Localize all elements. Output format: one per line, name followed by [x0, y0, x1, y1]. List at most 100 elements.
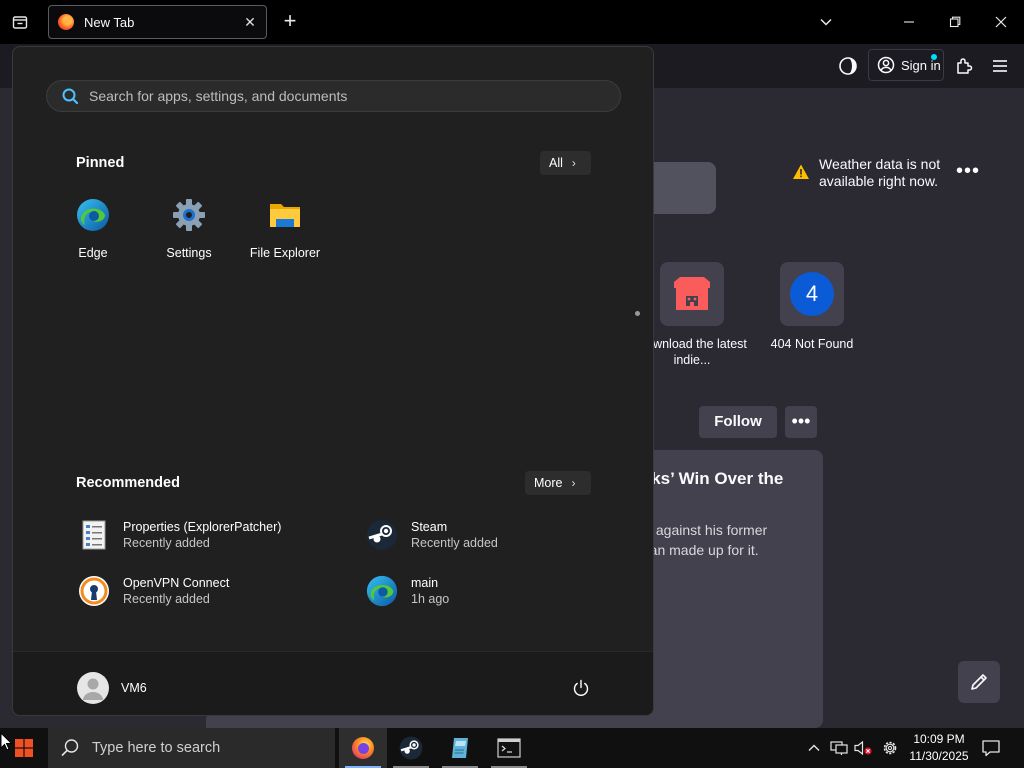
user-name: VM6	[121, 681, 147, 695]
weather-more-icon[interactable]: •••	[956, 160, 980, 184]
start-search-placeholder: Search for apps, settings, and documents	[89, 88, 348, 104]
taskbar-notepad[interactable]	[436, 728, 484, 768]
recommended-name: OpenVPN Connect	[123, 576, 230, 590]
recommended-sub: Recently added	[411, 536, 498, 550]
chevron-right-icon: ›	[571, 156, 576, 170]
mouse-cursor-icon	[0, 732, 13, 751]
weather-message: Weather data is not available right now.	[819, 156, 941, 189]
recommended-text: Properties (ExplorerPatcher) Recently ad…	[123, 519, 281, 551]
firefox-icon	[352, 737, 374, 759]
chevron-right-icon: ›	[571, 476, 576, 490]
story-description-line: than made up for it.	[638, 542, 759, 558]
minimize-icon[interactable]	[897, 10, 921, 34]
tab-strip: New Tab ✕ +	[0, 0, 1024, 44]
edge-icon	[77, 199, 109, 231]
properties-icon	[82, 520, 106, 550]
openvpn-icon	[79, 576, 109, 606]
list-all-tabs-icon[interactable]	[814, 10, 838, 34]
pinned-file-explorer[interactable]: File Explorer	[241, 197, 329, 260]
search-icon	[62, 88, 79, 105]
story-headline: wks’ Win Over the	[638, 469, 784, 488]
recommended-item[interactable]: Properties (ExplorerPatcher) Recently ad…	[77, 518, 281, 552]
recommended-text: Steam Recently added	[411, 519, 498, 551]
pinned-label: Edge	[78, 246, 108, 260]
start-search-input[interactable]: Search for apps, settings, and documents	[46, 80, 621, 112]
close-tab-icon[interactable]: ✕	[242, 14, 258, 30]
tab-new-tab[interactable]: New Tab ✕	[48, 5, 267, 39]
start-menu: Search for apps, settings, and documents…	[12, 46, 654, 716]
warning-icon	[793, 164, 809, 179]
recommended-item[interactable]: OpenVPN Connect Recently added	[77, 574, 229, 608]
more-label: More	[534, 476, 563, 490]
gear-icon	[173, 199, 205, 231]
folder-icon	[270, 204, 300, 227]
pinned-edge[interactable]: Edge	[49, 197, 137, 260]
clock-date: 11/30/2025	[909, 749, 969, 763]
recommended-item[interactable]: Steam Recently added	[365, 518, 498, 552]
sign-in-button[interactable]: Sign in	[868, 49, 944, 81]
show-hidden-icons-icon[interactable]	[804, 738, 824, 758]
taskbar-steam[interactable]	[387, 728, 435, 768]
taskbar: Type here to search 10:09 PM 11/30/2025	[0, 728, 1024, 768]
taskbar-search-placeholder: Type here to search	[92, 740, 221, 756]
taskbar-firefox[interactable]	[339, 728, 387, 768]
new-tab-button[interactable]: +	[280, 10, 300, 34]
app-menu-icon[interactable]	[988, 54, 1012, 78]
network-icon[interactable]	[829, 738, 849, 758]
action-center-icon[interactable]	[980, 737, 1002, 759]
recommended-sub: Recently added	[123, 536, 210, 550]
steam-icon	[399, 736, 423, 760]
recommended-sub: 1h ago	[411, 592, 450, 606]
shortcut-tile	[660, 262, 724, 326]
recommended-text: OpenVPN Connect Recently added	[123, 575, 229, 607]
volume-muted-icon[interactable]	[853, 738, 873, 758]
shortcut-tile: 4	[780, 262, 844, 326]
firefox-favicon-icon	[58, 14, 74, 30]
settings-gear-icon[interactable]	[880, 738, 900, 758]
power-icon[interactable]	[569, 676, 593, 700]
recommended-title: Recommended	[76, 475, 180, 491]
more-options-icon[interactable]: •••	[785, 406, 817, 438]
user-account-button[interactable]: VM6	[77, 672, 147, 704]
terminal-icon	[497, 738, 521, 758]
user-icon	[83, 678, 103, 700]
steam-icon	[367, 520, 397, 550]
close-window-icon[interactable]	[989, 10, 1013, 34]
extensions-icon[interactable]	[952, 54, 976, 78]
pinned-page-indicator[interactable]	[635, 311, 640, 316]
pinned-settings[interactable]: Settings	[145, 197, 233, 260]
tab-list-icon[interactable]	[8, 10, 32, 34]
windows-logo-icon	[15, 739, 33, 757]
search-icon	[61, 739, 79, 757]
notification-dot	[931, 54, 937, 60]
taskbar-terminal[interactable]	[485, 728, 533, 768]
avatar	[77, 672, 109, 704]
all-apps-button[interactable]: All ›	[540, 151, 591, 175]
containers-icon[interactable]	[836, 54, 860, 78]
clock-time: 10:09 PM	[913, 732, 965, 746]
start-footer: VM6	[13, 651, 653, 715]
account-icon	[877, 56, 895, 74]
notepad-icon	[452, 738, 468, 758]
pinned-title: Pinned	[76, 155, 125, 171]
story-description: ck against his former than made up for i…	[638, 520, 823, 560]
letter-avatar-icon: 4	[790, 272, 834, 316]
pinned-label: Settings	[166, 246, 212, 260]
shortcut-label: 404 Not Found	[770, 337, 854, 351]
taskbar-search-input[interactable]: Type here to search	[48, 728, 335, 768]
recommended-sub: Recently added	[123, 592, 210, 606]
recommended-item[interactable]: main 1h ago	[365, 574, 449, 608]
follow-button[interactable]: Follow	[699, 406, 777, 438]
all-apps-label: All	[549, 156, 563, 170]
recommended-name: Steam	[411, 520, 448, 534]
shortcut-404[interactable]: 4 404 Not Found	[752, 262, 872, 352]
more-button[interactable]: More ›	[525, 471, 591, 495]
edge-icon	[366, 575, 398, 607]
tab-title: New Tab	[84, 14, 135, 30]
recommended-name: main	[411, 576, 439, 590]
edit-pencil-icon[interactable]	[958, 661, 1000, 703]
itch-io-icon	[674, 277, 710, 310]
system-clock[interactable]: 10:09 PM 11/30/2025	[906, 731, 972, 765]
recommended-text: main 1h ago	[411, 575, 449, 607]
restore-icon[interactable]	[943, 10, 967, 34]
